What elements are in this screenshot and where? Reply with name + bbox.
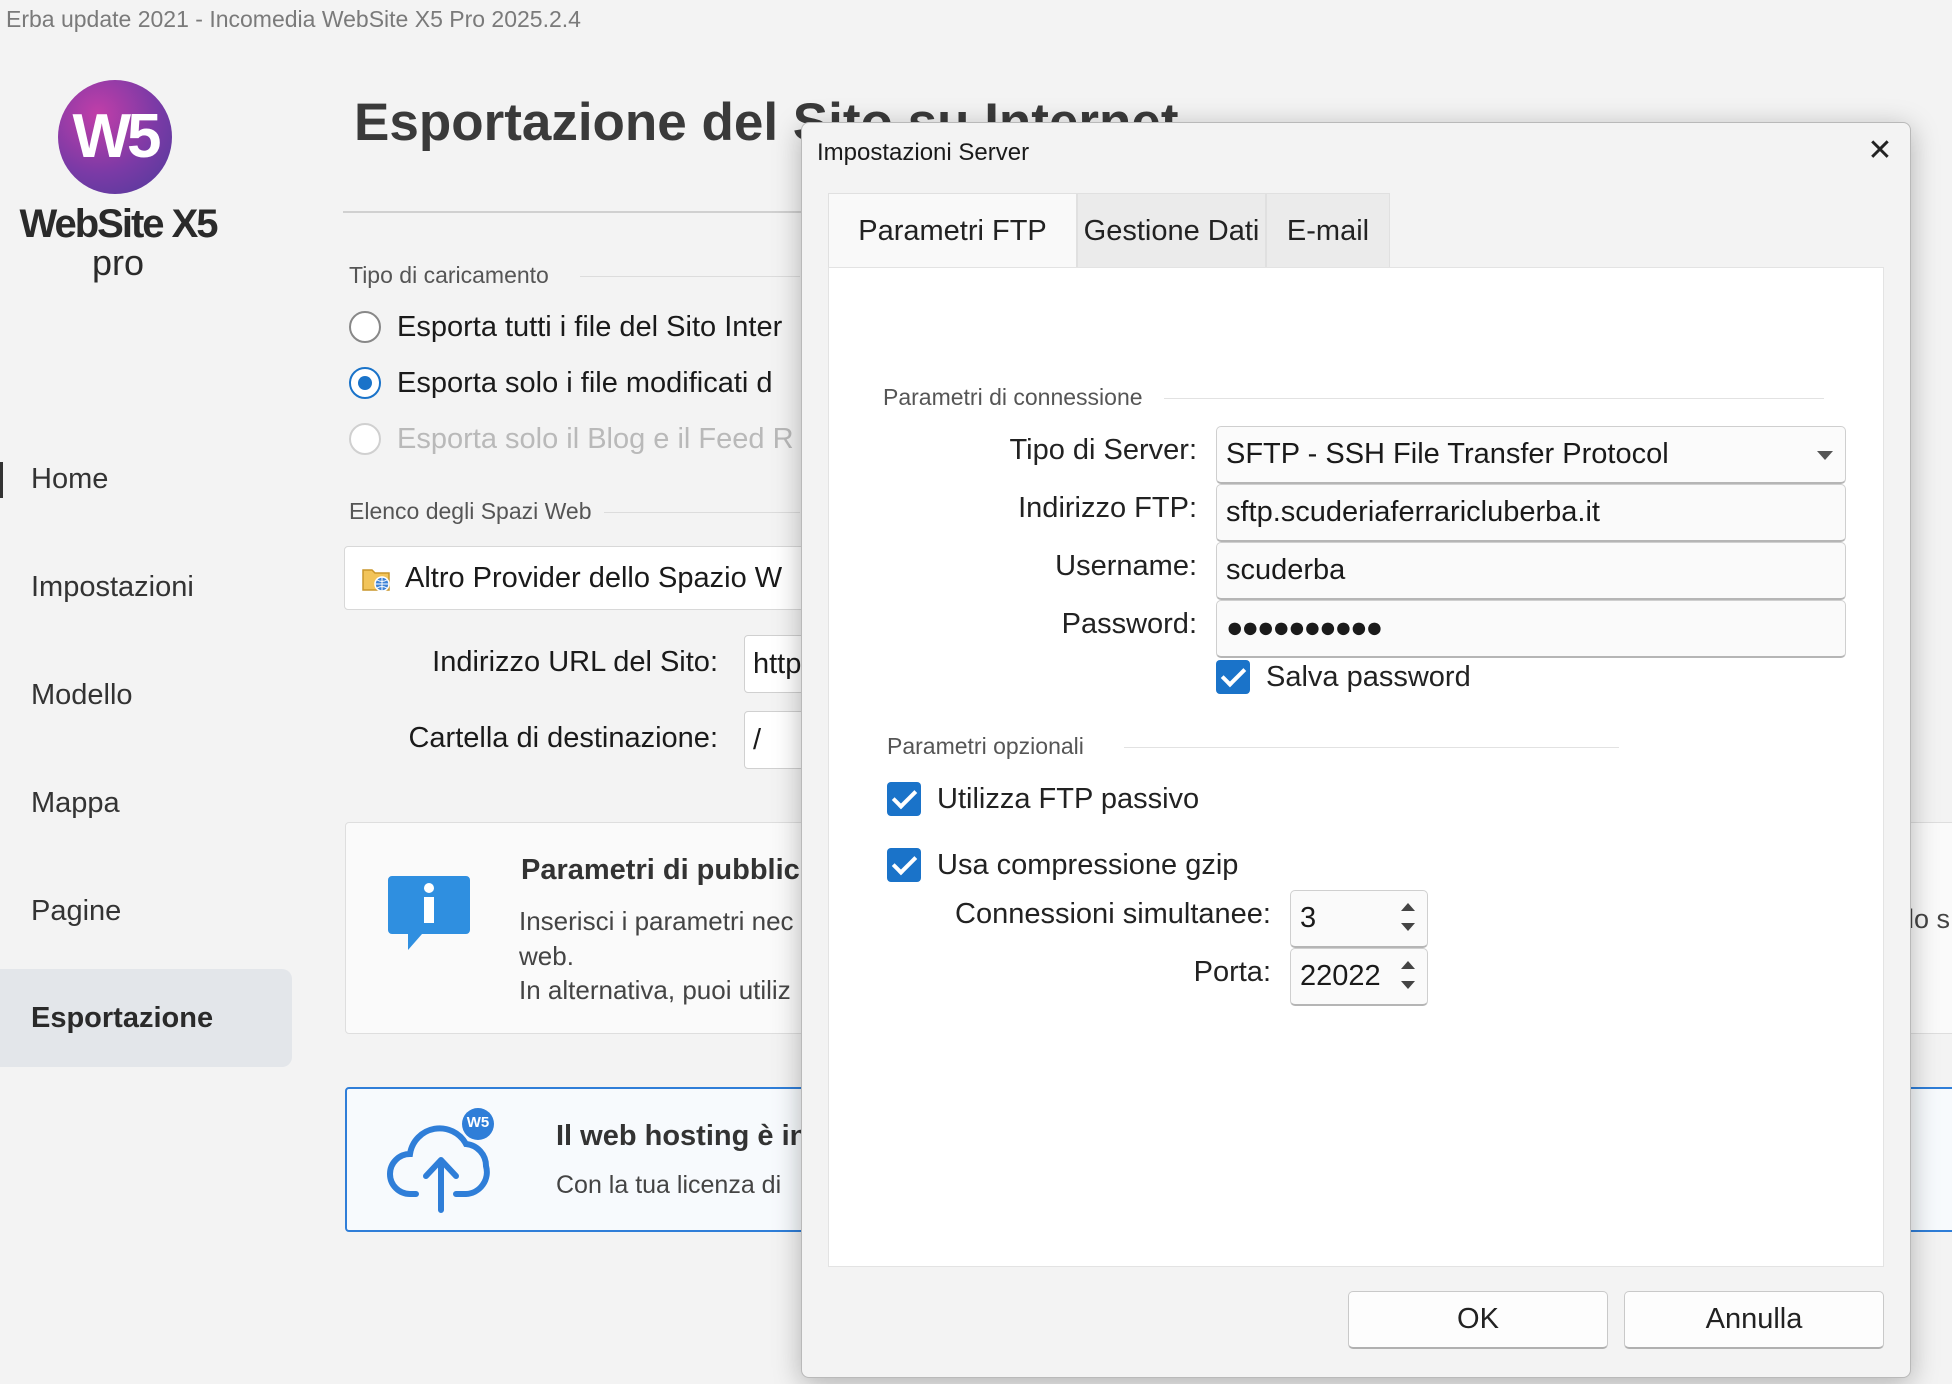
radio-button-selected[interactable] (349, 367, 381, 399)
hosting-title: Il web hosting è in (556, 1120, 808, 1152)
connections-value: 3 (1300, 902, 1317, 934)
webspace-select-value: Altro Provider dello Spazio W (405, 561, 783, 594)
dialog-title: Impostazioni Server (817, 139, 1030, 166)
checkbox-checked[interactable] (887, 782, 921, 816)
hosting-badge: W5 (466, 1114, 490, 1131)
checkbox-label: Usa compressione gzip (937, 848, 1239, 881)
connection-group-label: Parametri di connessione (883, 384, 1143, 410)
radio-export-blog: Esporta solo il Blog e il Feed R (349, 419, 794, 459)
port-label: Porta: (1193, 956, 1271, 988)
tab-gestione-dati[interactable]: Gestione Dati (1077, 193, 1266, 267)
radio-label: Esporta solo il Blog e il Feed R (397, 422, 794, 455)
ok-button[interactable]: OK (1348, 1291, 1608, 1349)
logo-edition: pro (91, 242, 145, 283)
sidebar-item-pagine[interactable]: Pagine (0, 862, 292, 960)
radio-label: Esporta solo i file modificati d (397, 366, 773, 399)
info-text-line: Inserisci i parametri nec (519, 906, 794, 936)
tab-parametri-ftp[interactable]: Parametri FTP (828, 193, 1077, 269)
info-text-line: In alternativa, puoi utiliz (519, 975, 791, 1005)
info-icon (388, 872, 470, 957)
webspaces-label: Elenco degli Spazi Web (349, 498, 592, 524)
sidebar-item-home[interactable]: Home (0, 430, 292, 528)
close-icon[interactable]: ✕ (1862, 133, 1898, 169)
passive-ftp-checkbox[interactable]: Utilizza FTP passivo (887, 782, 1199, 816)
chevron-down-icon (1817, 451, 1833, 460)
sidebar-item-esportazione[interactable]: Esportazione (0, 969, 292, 1067)
hosting-text: Con la tua licenza di (556, 1171, 782, 1199)
ftp-address-input[interactable]: sftp.scuderiaferraricluberba.it (1216, 484, 1846, 542)
group-divider (580, 276, 800, 277)
save-password-checkbox[interactable]: Salva password (1216, 660, 1471, 694)
username-input[interactable]: scuderba (1216, 542, 1846, 600)
group-divider (1124, 747, 1619, 748)
checkbox-checked[interactable] (1216, 660, 1250, 694)
server-settings-dialog: Impostazioni Server ✕ Parametri FTP Gest… (801, 122, 1911, 1378)
radio-export-modified[interactable]: Esporta solo i file modificati d (349, 363, 773, 403)
optional-group-label: Parametri opzionali (887, 733, 1084, 759)
username-label: Username: (1055, 550, 1197, 582)
connections-stepper[interactable]: 3 (1290, 890, 1428, 948)
radio-button-disabled (349, 423, 381, 455)
group-divider (604, 512, 800, 513)
server-type-select[interactable]: SFTP - SSH File Transfer Protocol (1216, 426, 1846, 484)
title-divider (343, 211, 803, 213)
logo-name: WebSite X5 (19, 202, 218, 246)
info-text-fragment: lo s (1908, 904, 1951, 934)
site-url-label: Indirizzo URL del Sito: (432, 646, 718, 678)
server-type-value: SFTP - SSH File Transfer Protocol (1226, 438, 1669, 470)
sidebar-item-modello[interactable]: Modello (0, 646, 292, 744)
port-value: 22022 (1300, 960, 1381, 992)
sidebar-item-mappa[interactable]: Mappa (0, 754, 292, 852)
connections-label: Connessioni simultanee: (955, 898, 1271, 930)
tab-email[interactable]: E-mail (1266, 193, 1390, 267)
gzip-checkbox[interactable]: Usa compressione gzip (887, 848, 1238, 882)
checkbox-checked[interactable] (887, 848, 921, 882)
server-type-label: Tipo di Server: (1009, 434, 1198, 466)
radio-label: Esporta tutti i file del Sito Inter (397, 310, 783, 343)
window-title: Erba update 2021 - Incomedia WebSite X5 … (6, 6, 581, 32)
radio-export-all[interactable]: Esporta tutti i file del Sito Inter (349, 307, 782, 347)
folder-globe-icon (361, 564, 391, 592)
port-stepper[interactable]: 22022 (1290, 948, 1428, 1006)
spin-up-icon[interactable] (1401, 903, 1415, 911)
info-text-line: web. (519, 941, 574, 971)
spin-down-icon[interactable] (1401, 981, 1415, 989)
ftp-panel: Parametri di connessione Tipo di Server:… (828, 267, 1884, 1267)
cancel-button[interactable]: Annulla (1624, 1291, 1884, 1349)
ftp-address-label: Indirizzo FTP: (1018, 492, 1197, 524)
checkbox-label: Utilizza FTP passivo (937, 782, 1200, 815)
radio-button[interactable] (349, 311, 381, 343)
checkbox-label: Salva password (1266, 660, 1471, 693)
upload-type-label: Tipo di caricamento (349, 262, 549, 288)
spin-up-icon[interactable] (1401, 961, 1415, 969)
app-logo: W5 WebSite X5 pro (18, 80, 219, 290)
logo-mark: W5 (58, 80, 172, 194)
webspace-select[interactable]: Altro Provider dello Spazio W (344, 546, 814, 610)
password-label: Password: (1061, 608, 1197, 640)
spin-down-icon[interactable] (1401, 923, 1415, 931)
dest-folder-label: Cartella di destinazione: (408, 722, 718, 754)
password-input[interactable]: ●●●●●●●●●● (1216, 600, 1846, 658)
info-title: Parametri di pubblic (521, 854, 800, 886)
group-divider (1164, 398, 1824, 399)
sidebar-item-impostazioni[interactable]: Impostazioni (0, 538, 292, 636)
cloud-upload-icon: W5 (386, 1106, 506, 1221)
